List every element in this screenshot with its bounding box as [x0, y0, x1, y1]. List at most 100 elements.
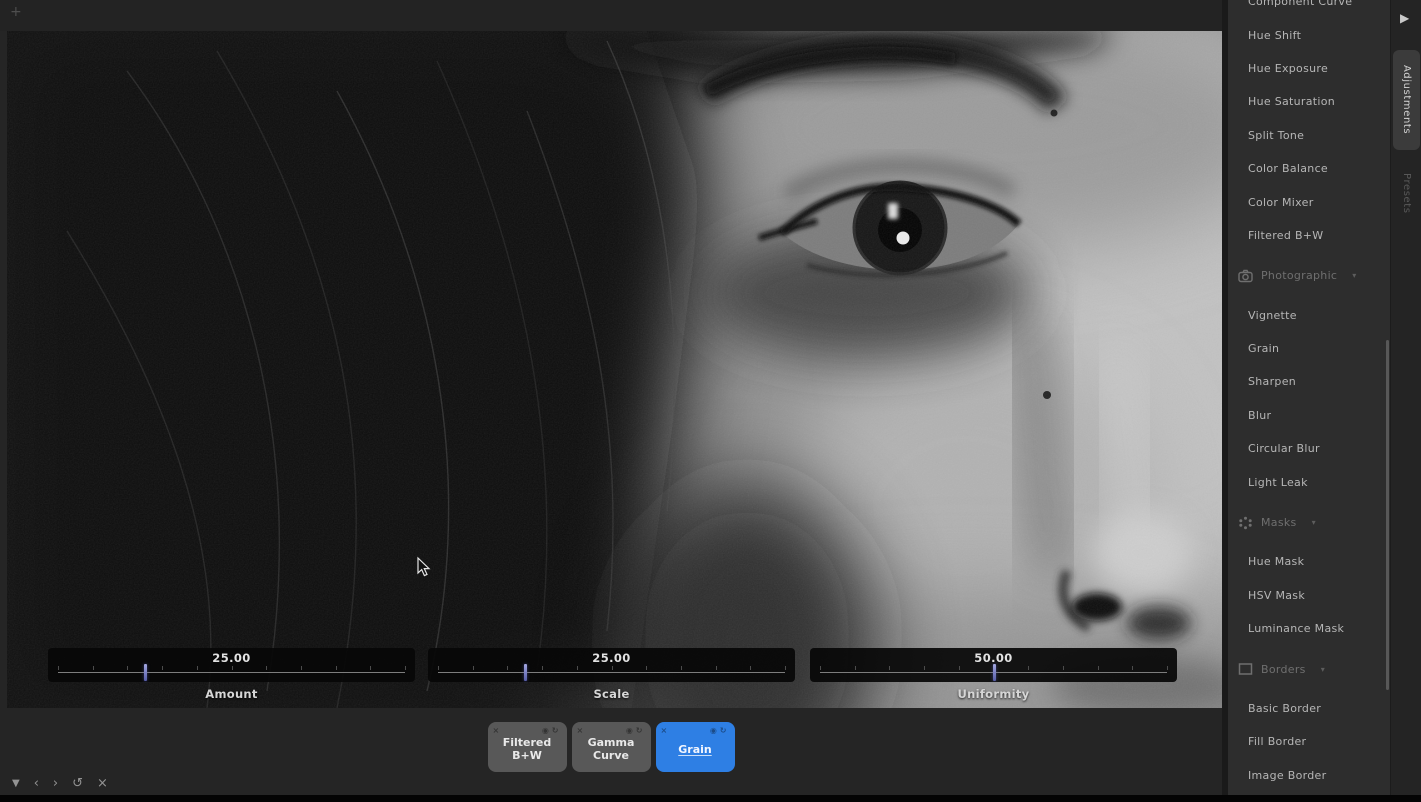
slider-handle[interactable] [144, 664, 147, 681]
sidebar-item-fill-border[interactable]: Fill Border [1228, 725, 1390, 758]
slider-track-area[interactable]: 25.00 [48, 648, 415, 682]
sidebar-label: Grain [1248, 342, 1279, 355]
sidebar-item-component-curve[interactable]: Component Curve [1228, 0, 1390, 18]
sidebar-item-sharpen[interactable]: Sharpen [1228, 365, 1390, 398]
slider-track[interactable] [438, 672, 785, 673]
undo-icon[interactable]: ‹ [34, 777, 39, 791]
sidebar-item-filtered-b-w[interactable]: Filtered B+W [1228, 219, 1390, 252]
sidebar-scrollbar[interactable] [1386, 340, 1389, 690]
slider-track-area[interactable]: 25.00 [428, 648, 795, 682]
bottom-toolbar: ×◉↻Filtered B+W×◉↻Gamma Curve×◉↻Grain ▼‹… [0, 708, 1222, 795]
sidebar-label: Hue Saturation [1248, 95, 1335, 108]
sidebar-item-hue-shift[interactable]: Hue Shift [1228, 18, 1390, 51]
sidebar-label: Color Balance [1248, 162, 1328, 175]
filter-visibility-reset-icons[interactable]: ◉↻ [542, 724, 562, 737]
slider-label: Scale [428, 687, 795, 701]
chevron-down-icon: ▾ [1312, 518, 1316, 527]
photo-editor-app: + [0, 0, 1421, 802]
slider-track[interactable] [820, 672, 1167, 673]
tab-presets-label: Presets [1401, 173, 1412, 214]
sidebar-label: Hue Exposure [1248, 62, 1328, 75]
tab-adjustments-label: Adjustments [1401, 65, 1412, 134]
remove-filter-icon[interactable]: × [661, 724, 668, 737]
slider-tick [959, 666, 960, 670]
sidebar-label: Blur [1248, 409, 1271, 422]
sidebar-label: Borders [1261, 663, 1306, 676]
filter-button-label: Grain [678, 743, 711, 756]
slider-tick [438, 666, 439, 670]
filter-button-label: Gamma Curve [578, 736, 645, 762]
filter-visibility-reset-icons[interactable]: ◉↻ [626, 724, 646, 737]
sidebar-item-color-mixer[interactable]: Color Mixer [1228, 185, 1390, 218]
sidebar-label: HSV Mask [1248, 589, 1305, 602]
sidebar-item-hue-saturation[interactable]: Hue Saturation [1228, 85, 1390, 118]
slider-tick [1028, 666, 1029, 670]
sidebar-item-hue-exposure[interactable]: Hue Exposure [1228, 52, 1390, 85]
slider-scale: 25.00 Scale [428, 648, 795, 701]
remove-filter-icon[interactable]: × [577, 724, 584, 737]
sidebar-item-image-border[interactable]: Image Border [1228, 759, 1390, 792]
slider-tick [855, 666, 856, 670]
remove-filter-icon[interactable]: × [493, 724, 500, 737]
tab-adjustments[interactable]: Adjustments [1393, 50, 1420, 150]
sidebar-item-basic-border[interactable]: Basic Border [1228, 692, 1390, 725]
slider-handle[interactable] [993, 664, 996, 681]
slider-uniformity: 50.00 Uniformity [810, 648, 1177, 701]
slider-tick [1098, 666, 1099, 670]
redo-icon[interactable]: › [53, 777, 58, 791]
close-filter-icon[interactable]: × [97, 777, 108, 791]
slider-track-area[interactable]: 50.00 [810, 648, 1177, 682]
sidebar-label: Image Border [1248, 769, 1326, 782]
border-icon [1238, 662, 1253, 676]
slider-tick [127, 666, 128, 670]
chevron-down-icon: ▾ [1352, 271, 1356, 280]
sidebar-item-light-leak[interactable]: Light Leak [1228, 465, 1390, 498]
sidebar-label: Filtered B+W [1248, 229, 1324, 242]
sidebar-label: Vignette [1248, 309, 1297, 322]
camera-icon [1238, 269, 1253, 283]
sidebar-label: Split Tone [1248, 129, 1304, 142]
sidebar-item-vignette[interactable]: Vignette [1228, 299, 1390, 332]
sidebar-item-hsv-mask[interactable]: HSV Mask [1228, 579, 1390, 612]
top-bar: + [0, 0, 1222, 31]
adjustments-sidebar: Component Curve Hue Shift Hue Exposure Hue … [1228, 0, 1390, 795]
sidebar-label: Circular Blur [1248, 442, 1320, 455]
sidebar-item-split-tone[interactable]: Split Tone [1228, 119, 1390, 152]
slider-value: 25.00 [428, 651, 795, 665]
slider-track[interactable] [58, 672, 405, 673]
filter-button-gamma-curve[interactable]: × ◉↻Gamma Curve [572, 722, 651, 772]
reset-history-icon[interactable]: ↺ [72, 777, 83, 791]
slider-label: Uniformity [810, 687, 1177, 701]
sidebar-item-grain[interactable]: Grain [1228, 332, 1390, 365]
filter-button-filtered-b-w[interactable]: ×◉↻Filtered B+W [488, 722, 567, 772]
slider-tick [301, 666, 302, 670]
sidebar-section-masks[interactable]: Masks ▾ [1228, 506, 1390, 539]
filter-button-grain[interactable]: × ◉↻ Grain [656, 722, 735, 772]
filter-visibility-reset-icons[interactable]: ◉↻ [710, 724, 730, 737]
sidebar-item-hue-mask[interactable]: Hue Mask [1228, 545, 1390, 578]
slider-tick [1132, 666, 1133, 670]
add-icon[interactable]: + [10, 4, 22, 20]
sidebar-item-circular-blur[interactable]: Circular Blur [1228, 432, 1390, 465]
slider-tick [646, 666, 647, 670]
expand-panel-icon[interactable]: ▶ [1400, 11, 1409, 25]
sidebar-item-luminance-mask[interactable]: Luminance Mask [1228, 612, 1390, 645]
sidebar-label: Light Leak [1248, 476, 1308, 489]
tab-presets[interactable]: Presets [1393, 160, 1420, 226]
sidebar-label: Hue Shift [1248, 29, 1301, 42]
main-area: + [0, 0, 1222, 795]
slider-tick [612, 666, 613, 670]
sidebar-item-blur[interactable]: Blur [1228, 399, 1390, 432]
slider-tick [681, 666, 682, 670]
photo-canvas[interactable]: 25.00Amount25.00Scale50.00Uniformity [7, 31, 1222, 708]
sidebar-item-color-balance[interactable]: Color Balance [1228, 152, 1390, 185]
sidebar-label: Masks [1261, 516, 1297, 529]
bottom-edge [0, 795, 1421, 802]
slider-tick [820, 666, 821, 670]
slider-tick [93, 666, 94, 670]
slider-handle[interactable] [524, 664, 527, 681]
slider-value: 25.00 [48, 651, 415, 665]
sidebar-section-photographic[interactable]: Photographic▾ [1228, 259, 1390, 292]
collapse-panel-icon[interactable]: ▼ [12, 777, 20, 791]
sidebar-section-borders[interactable]: Borders▾ [1228, 652, 1390, 685]
